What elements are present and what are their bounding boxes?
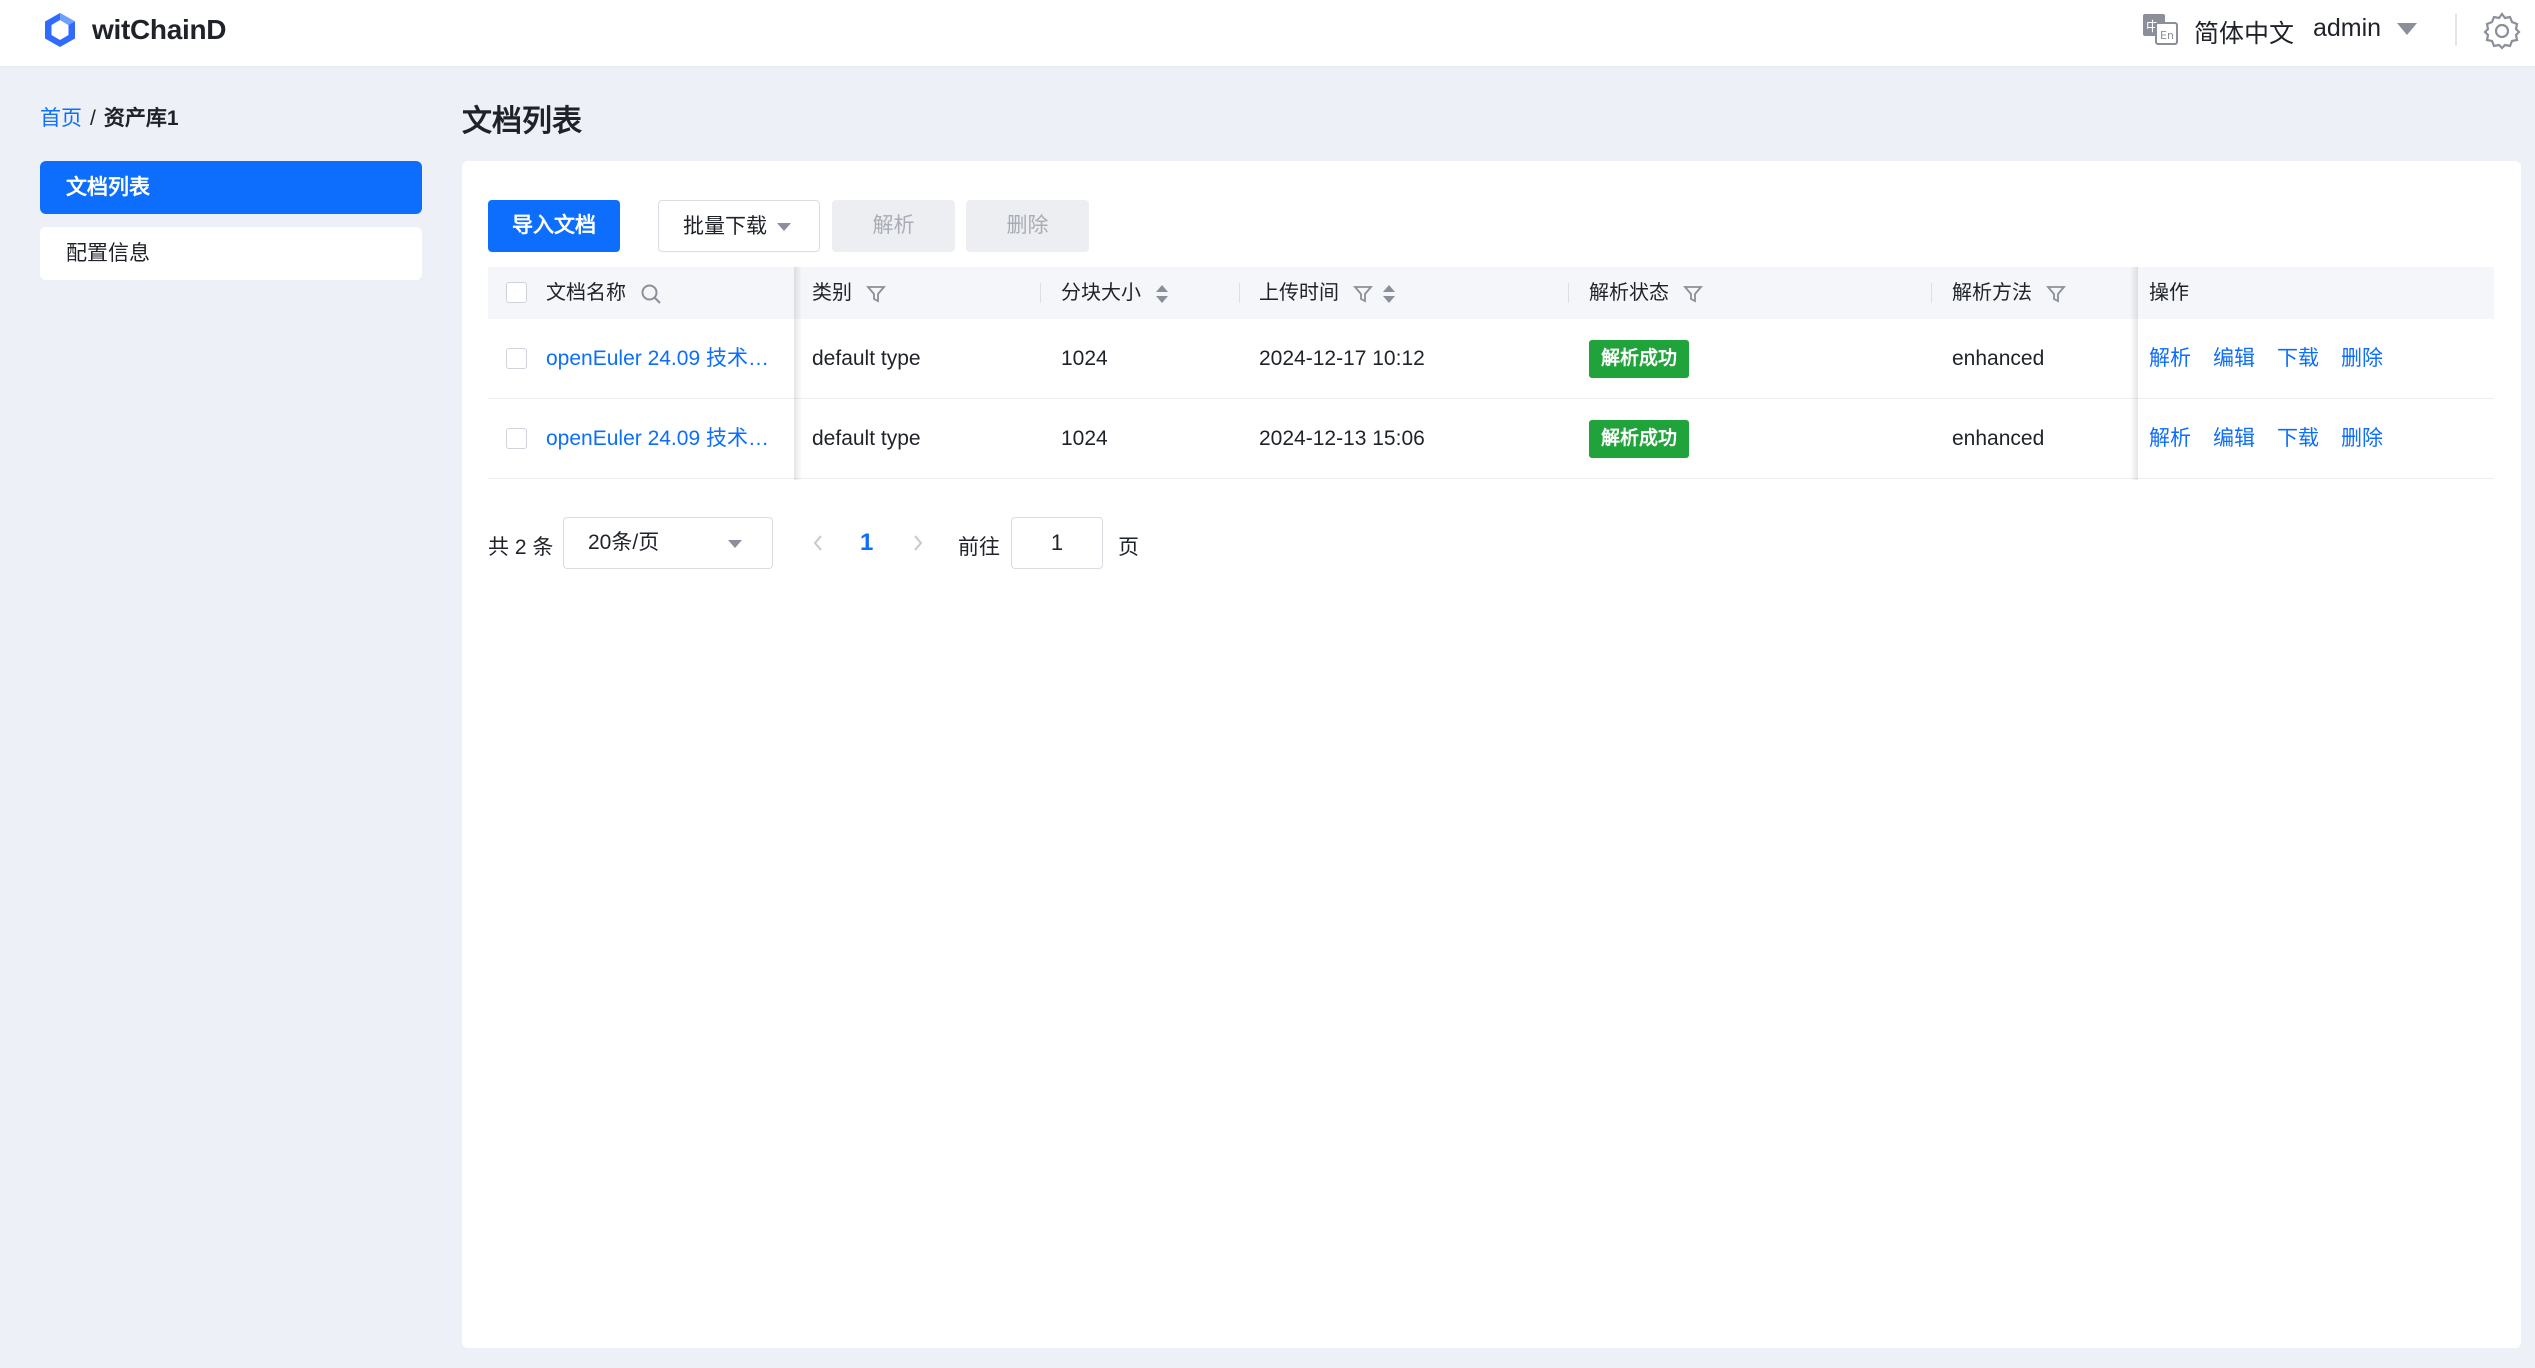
language-icon[interactable]: 中 En bbox=[2142, 12, 2178, 46]
column-divider bbox=[1239, 283, 1240, 303]
parse-status-cell: 解析成功 bbox=[1589, 399, 1690, 479]
row-download-link[interactable]: 下载 bbox=[2277, 427, 2319, 450]
breadcrumb-current: 资产库1 bbox=[103, 107, 179, 130]
svg-text:En: En bbox=[2160, 29, 2174, 42]
filter-icon[interactable] bbox=[1682, 284, 1703, 304]
batch-download-button[interactable]: 批量下载 bbox=[658, 200, 820, 252]
chevron-left-icon[interactable] bbox=[808, 531, 828, 555]
parse-status-cell: 解析成功 bbox=[1589, 319, 1690, 399]
content-panel: 导入文档 批量下载 解析 删除 文档名称 类别 分块大小 上传时间 解析状态 解… bbox=[462, 161, 2521, 1348]
top-header: witChainD 中 En 简体中文 admin bbox=[0, 0, 2535, 66]
import-document-button[interactable]: 导入文档 bbox=[488, 200, 620, 252]
column-divider bbox=[1040, 283, 1041, 303]
row-edit-link[interactable]: 编辑 bbox=[2213, 427, 2255, 450]
column-divider bbox=[1568, 283, 1569, 303]
row-actions: 解析 编辑 下载 删除 bbox=[2149, 399, 2405, 479]
search-icon[interactable] bbox=[640, 283, 662, 305]
column-header-parse-method: 解析方法 bbox=[1952, 267, 2066, 319]
sidebar-item-config-info[interactable]: 配置信息 bbox=[40, 227, 422, 280]
row-delete-link[interactable]: 删除 bbox=[2341, 347, 2383, 370]
document-parse-method: enhanced bbox=[1952, 347, 2045, 370]
page-size-select[interactable]: 20条/页 bbox=[563, 517, 773, 569]
row-edit-link[interactable]: 编辑 bbox=[2213, 347, 2255, 370]
row-delete-link[interactable]: 删除 bbox=[2341, 427, 2383, 450]
column-header-name: 文档名称 bbox=[546, 267, 662, 319]
chevron-down-icon bbox=[777, 223, 791, 231]
document-category: default type bbox=[812, 427, 921, 450]
row-checkbox[interactable] bbox=[506, 348, 527, 369]
breadcrumb-home[interactable]: 首页 bbox=[40, 107, 82, 130]
filter-icon[interactable] bbox=[1352, 284, 1373, 304]
column-header-chunk-size: 分块大小 bbox=[1061, 267, 1169, 319]
column-header-parse-status: 解析状态 bbox=[1589, 267, 1703, 319]
status-badge: 解析成功 bbox=[1589, 420, 1690, 459]
goto-label: 前往 bbox=[958, 536, 1000, 559]
document-chunk-size: 1024 bbox=[1061, 347, 1108, 370]
row-parse-link[interactable]: 解析 bbox=[2149, 427, 2191, 450]
breadcrumb-separator: / bbox=[90, 107, 96, 130]
app-title: witChainD bbox=[92, 14, 227, 45]
column-divider bbox=[1931, 283, 1932, 303]
row-parse-link[interactable]: 解析 bbox=[2149, 347, 2191, 370]
row-actions: 解析 编辑 下载 删除 bbox=[2149, 319, 2405, 399]
column-header-category: 类别 bbox=[812, 267, 886, 319]
column-header-actions: 操作 bbox=[2149, 282, 2189, 304]
batch-download-label: 批量下载 bbox=[683, 215, 767, 238]
delete-button[interactable]: 删除 bbox=[966, 200, 1089, 252]
chevron-right-icon[interactable] bbox=[908, 531, 928, 555]
page-number-current[interactable]: 1 bbox=[860, 529, 873, 557]
chevron-down-icon bbox=[728, 540, 742, 548]
page-unit-label: 页 bbox=[1118, 536, 1139, 559]
user-menu[interactable]: admin bbox=[2313, 14, 2381, 43]
page-title: 文档列表 bbox=[462, 105, 582, 138]
document-chunk-size: 1024 bbox=[1061, 427, 1108, 450]
table-header: 文档名称 类别 分块大小 上传时间 解析状态 解析方法 操作 bbox=[488, 267, 2494, 319]
header-divider bbox=[2455, 14, 2457, 46]
row-checkbox[interactable] bbox=[506, 428, 527, 449]
sidebar-item-document-list[interactable]: 文档列表 bbox=[40, 161, 422, 214]
document-upload-time: 2024-12-13 15:06 bbox=[1259, 427, 1425, 450]
sort-icon[interactable] bbox=[1155, 283, 1169, 305]
sort-icon[interactable] bbox=[1382, 283, 1396, 305]
logo-icon bbox=[45, 13, 75, 47]
status-badge: 解析成功 bbox=[1589, 340, 1690, 379]
breadcrumb: 首页 / 资产库1 bbox=[40, 102, 179, 132]
fixed-column-shadow bbox=[2130, 267, 2138, 480]
select-all-checkbox[interactable] bbox=[506, 282, 527, 303]
language-switch[interactable]: 简体中文 bbox=[2194, 14, 2294, 50]
document-name-link[interactable]: openEuler 24.09 技术… bbox=[546, 399, 769, 479]
document-name-link[interactable]: openEuler 24.09 技术… bbox=[546, 319, 769, 399]
document-parse-method: enhanced bbox=[1952, 427, 2045, 450]
column-header-upload-time: 上传时间 bbox=[1259, 267, 1396, 319]
goto-page-input[interactable] bbox=[1011, 517, 1103, 569]
gear-icon[interactable] bbox=[2482, 10, 2522, 50]
document-upload-time: 2024-12-17 10:12 bbox=[1259, 347, 1425, 370]
fixed-column-shadow bbox=[794, 267, 802, 480]
chevron-down-icon[interactable] bbox=[2396, 22, 2418, 36]
table-row: openEuler 24.09 技术… default type 1024 20… bbox=[488, 319, 2494, 399]
document-category: default type bbox=[812, 347, 921, 370]
parse-button[interactable]: 解析 bbox=[832, 200, 955, 252]
row-download-link[interactable]: 下载 bbox=[2277, 347, 2319, 370]
filter-icon[interactable] bbox=[865, 284, 886, 304]
page-size-value: 20条/页 bbox=[588, 531, 660, 554]
filter-icon[interactable] bbox=[2045, 284, 2066, 304]
total-count: 共 2 条 bbox=[488, 536, 554, 559]
table-row: openEuler 24.09 技术… default type 1024 20… bbox=[488, 399, 2494, 479]
